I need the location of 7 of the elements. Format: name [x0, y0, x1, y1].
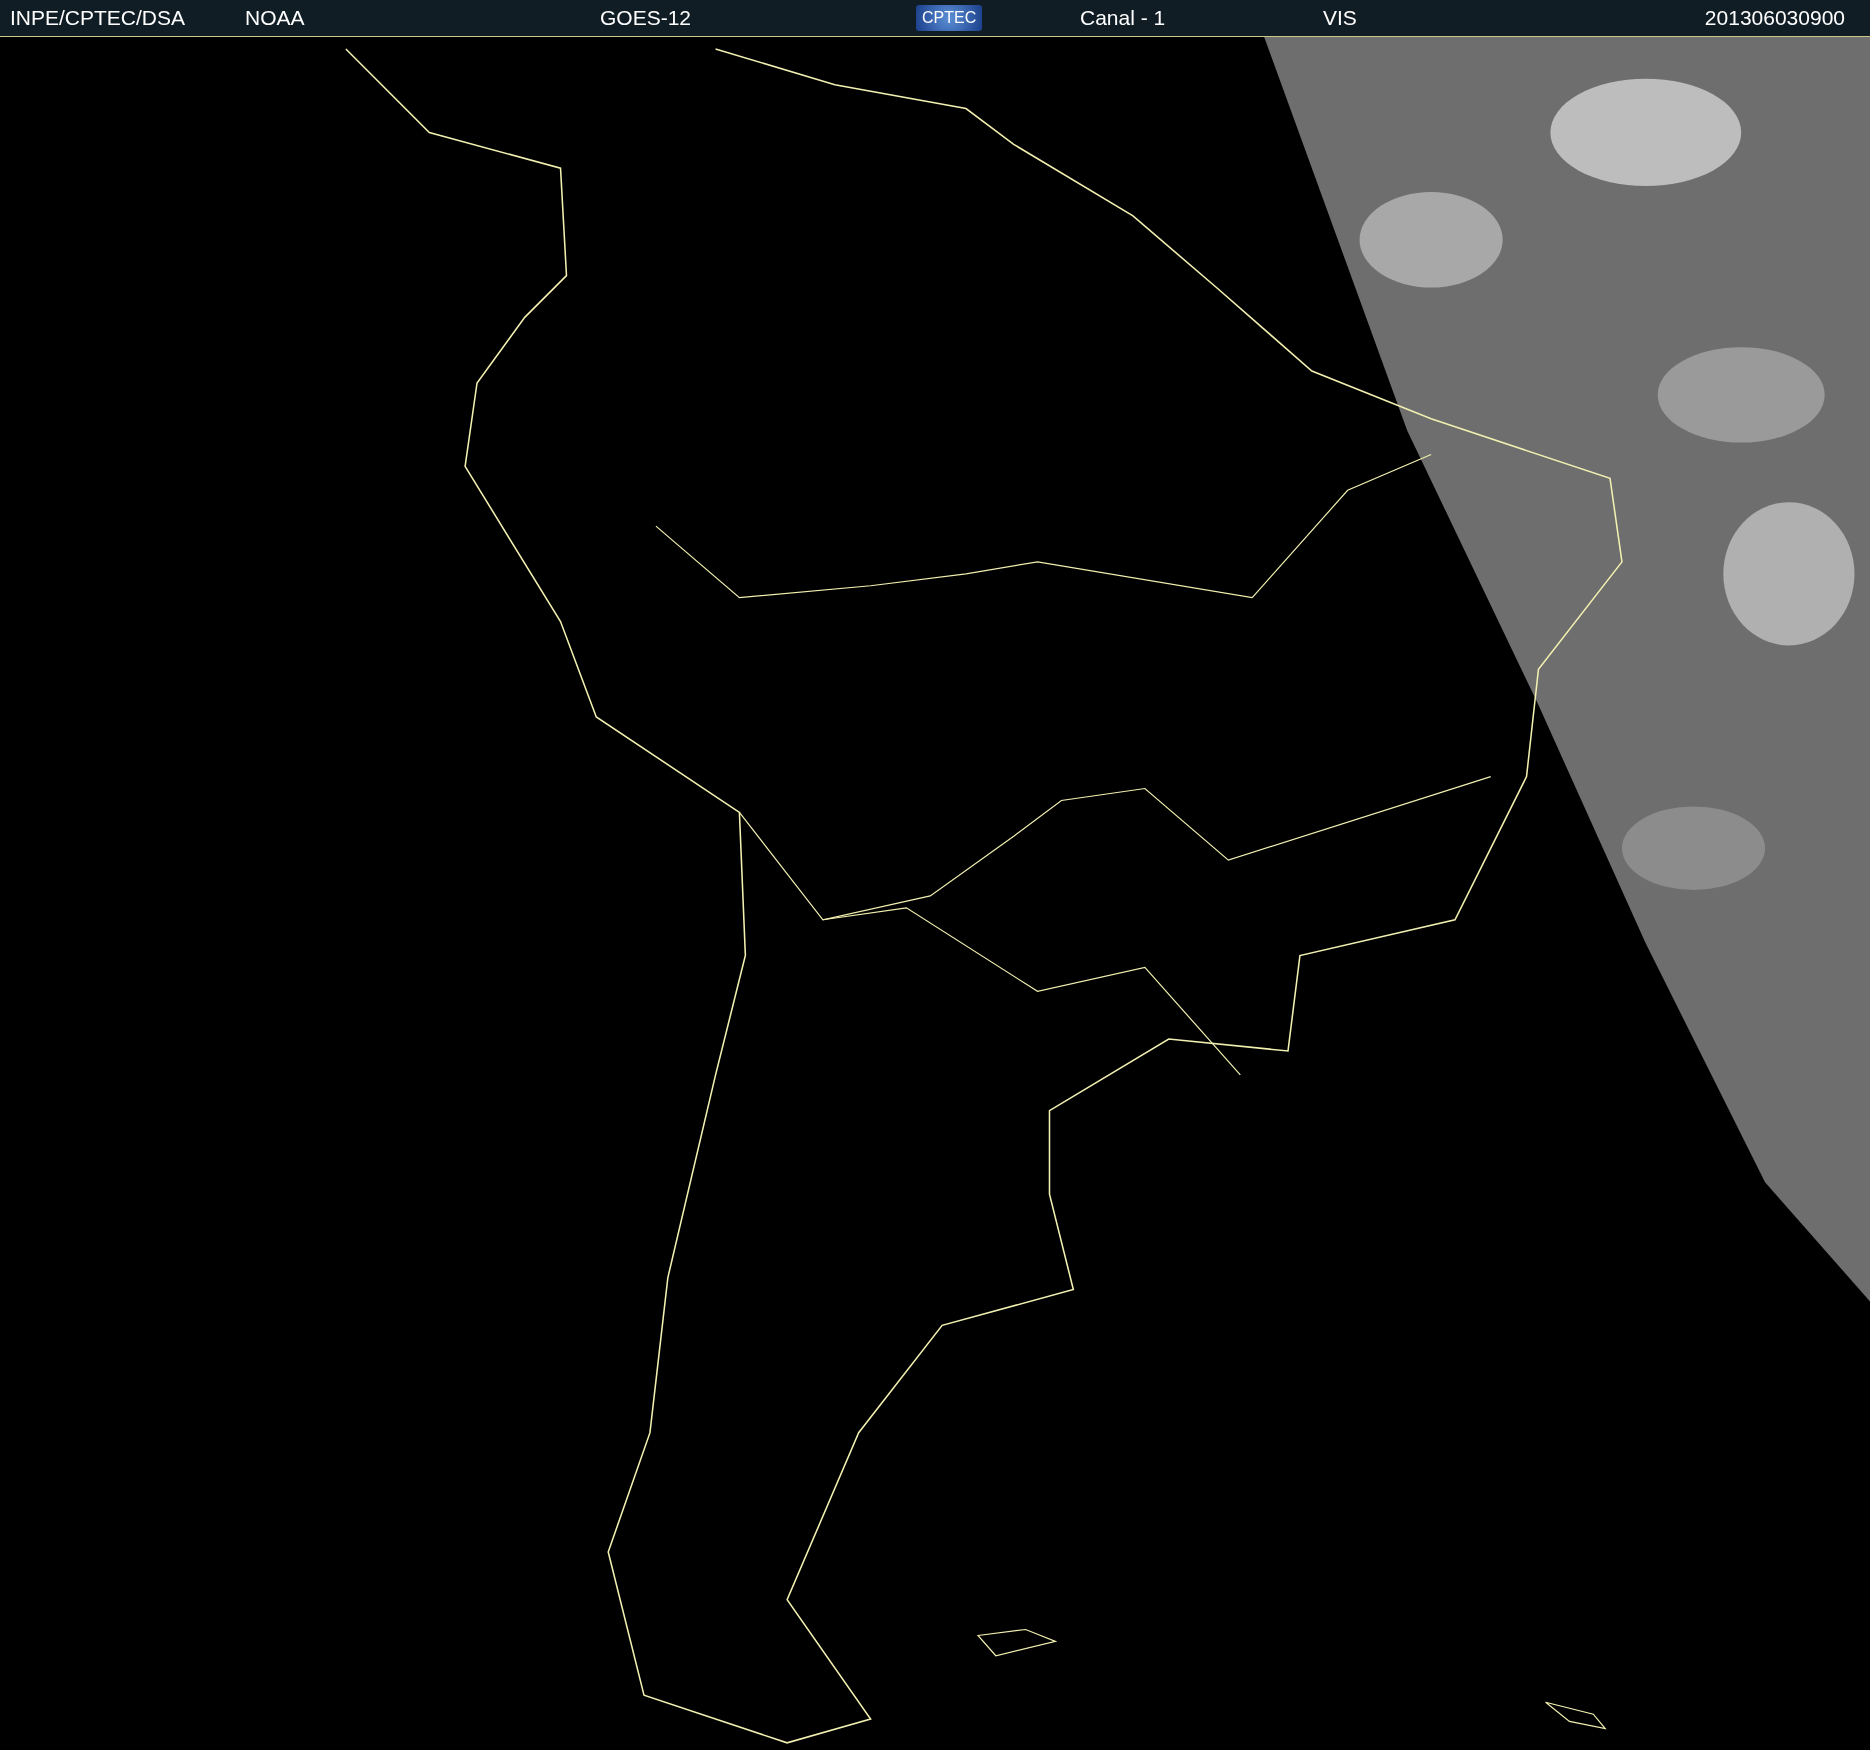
- header-text: VIS: [1323, 6, 1357, 30]
- header-text: NOAA: [245, 6, 305, 30]
- header-text: GOES-12: [600, 6, 692, 30]
- header-text: Canal - 1: [1080, 6, 1166, 30]
- header-text: 201306030900: [1704, 6, 1845, 30]
- header-text: INPE/CPTEC/DSA: [10, 6, 186, 30]
- logo: CPTEC: [916, 5, 983, 31]
